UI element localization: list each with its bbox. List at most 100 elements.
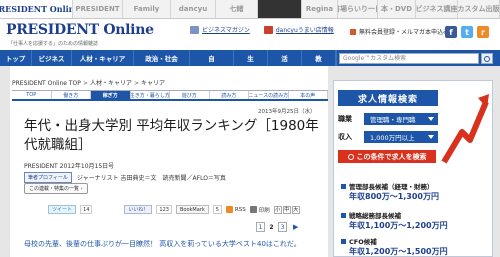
site-tagline: 「仕事人を応援する」のための情報雑誌 [8, 41, 99, 47]
subnav-play[interactable]: 遊び方 [170, 91, 210, 99]
subnav-earn[interactable]: 稼ぎ方 [91, 91, 131, 99]
print-icon [249, 206, 257, 213]
article-date: 2013年9月25日（水） [258, 109, 316, 115]
job-salary: 年収800万～1,300万円 [349, 192, 440, 201]
nav-edu[interactable]: 教 [302, 50, 336, 66]
job-salary: 年収1,100万～1,200万円 [349, 221, 448, 230]
twitter-icon[interactable]: t [461, 26, 473, 38]
subnav-work[interactable]: 働き方 [52, 91, 91, 99]
job-salary: 年収1,200万～1,500万円 [349, 247, 448, 256]
page-2-current: 2 [267, 222, 276, 232]
subnav-news[interactable]: ニュースの読み方 [249, 91, 289, 99]
like-button[interactable]: いいね！ [124, 205, 153, 214]
arrow-graphic [441, 94, 489, 164]
tweet-count: 14 [80, 205, 93, 214]
nav-top[interactable]: トップ [0, 50, 32, 66]
job-listing[interactable]: 戦略総務部長候補 年収1,100万～1,200万円 [341, 210, 489, 231]
nav-life[interactable]: 生 [234, 50, 268, 66]
breadcrumb: PRESIDENT Online TOP > 人材・キャリア > キャリア [12, 80, 165, 87]
job-title: 管理部長候補（経理・財務） [349, 183, 434, 191]
article-title: 年代・出身大学別 平均年収ランキング［1980年代就職組］ [24, 118, 319, 153]
job-listing[interactable]: 管理部長候補（経理・財務） 年収800万～1,300万円 [341, 181, 489, 202]
search-icon [347, 153, 354, 160]
author-credit: ジャーナリスト 吉田典史＝文 読売新聞／AFLO＝写真 [76, 175, 226, 182]
breadcrumb-top[interactable]: PRESIDENT Online TOP [12, 80, 81, 87]
subnav-living[interactable]: 生き方・暮らし方 [131, 91, 170, 99]
nav-extra[interactable]: 育 [336, 50, 337, 66]
chevron-down-icon [428, 135, 434, 139]
section-subnav: TOP 働き方 稼ぎ方 生き方・暮らし方 遊び方 読み方 ニュースの読み方 本の… [12, 90, 328, 101]
brand-tab-family[interactable]: Family [123, 0, 171, 18]
subnav-top[interactable]: TOP [12, 91, 52, 99]
magazine-icon [190, 25, 199, 34]
income-row: 収入 1,000万円以上 [338, 131, 438, 143]
job-title: CFO候補 [349, 238, 377, 246]
restaurant-link-label: dancyuうまい店情報 [275, 27, 334, 34]
brand-tab-event[interactable]: 書場らいり一日 [338, 0, 378, 18]
chevron-down-icon [428, 117, 434, 121]
income-select[interactable]: 1,000万円以上 [364, 131, 438, 143]
font-small-button[interactable]: 小 [273, 205, 282, 214]
income-label: 収入 [338, 133, 352, 141]
series-list-button[interactable]: この連載・特集の一覧 › [24, 183, 88, 194]
rss-icon[interactable]: r [477, 26, 489, 38]
job-type-row: 職業 管理職・専門職 [338, 113, 438, 125]
search-input[interactable]: Google™カスタム検索 [339, 53, 479, 64]
magazine-link-label: ビジネスマガジン [202, 27, 250, 34]
job-listing[interactable]: CFO候補 年収1,200万～1,500万円 [341, 236, 489, 257]
nav-business[interactable]: ビジネス [32, 50, 72, 66]
brand-tab-books[interactable]: 本・DVD [378, 0, 416, 18]
arrow-icon [350, 28, 356, 35]
job-search-button[interactable]: この条件で求人を検索 [338, 150, 436, 163]
rss-link[interactable]: RSS [225, 206, 246, 213]
print-label: 印刷 [258, 207, 270, 214]
brand-tab-dancyu[interactable]: dancyu [171, 0, 216, 18]
next-page-arrow[interactable]: ▶ [289, 223, 298, 231]
job-search-button-label: この条件で求人を検索 [356, 152, 427, 161]
pagination: 1 2 3 ▶ [256, 222, 298, 232]
job-type-select[interactable]: 管理職・専門職 [364, 113, 438, 125]
bookmark-count: 5 [212, 205, 222, 214]
nav-self[interactable]: 自 [190, 50, 234, 66]
tweet-button[interactable]: ツイート [48, 205, 77, 214]
job-type-value: 管理職・専門職 [370, 116, 416, 124]
site-logo[interactable]: PRESIDENT Online [6, 22, 154, 38]
search-button[interactable] [481, 53, 493, 64]
profile-button[interactable]: 筆者プロフィール [24, 172, 72, 183]
brand-tab-president-online[interactable]: PRESIDENT Online [0, 0, 73, 18]
search-icon [484, 55, 490, 62]
rss-label: RSS [234, 206, 246, 213]
author-line: 筆者プロフィール ジャーナリスト 吉田典史＝文 読売新聞／AFLO＝写真 [24, 172, 226, 183]
breadcrumb-current[interactable]: キャリア [141, 80, 165, 87]
page-3-link[interactable]: 3 [278, 222, 287, 232]
font-medium-button[interactable]: 中 [282, 205, 291, 214]
brand-tab-nanao[interactable]: 七緒 [216, 0, 258, 18]
nav-activity[interactable]: 活 [268, 50, 302, 66]
brand-tab-president[interactable]: PRESIDENT [73, 0, 123, 18]
print-link[interactable]: 印刷 [249, 206, 270, 214]
restaurant-link[interactable]: dancyuうまい店情報 [263, 25, 334, 34]
brand-tab-custom[interactable]: カスタム出版 [458, 0, 500, 18]
register-link[interactable]: 無料会員登録・メルマガ本申込み [350, 27, 449, 36]
brand-tab-logo[interactable] [258, 0, 302, 18]
share-bar: ツイート 14 いいね！ 123 BookMark 5 RSS 印刷 小 中 大 [48, 205, 300, 214]
facebook-icon[interactable]: f [445, 26, 457, 38]
brand-tab-regina[interactable]: Regina [302, 0, 338, 18]
breadcrumb-career[interactable]: 人材・キャリア [90, 80, 132, 87]
magazine-link[interactable]: ビジネスマガジン [190, 25, 250, 34]
nav-politics[interactable]: 政治・社会 [134, 50, 190, 66]
font-large-button[interactable]: 大 [291, 205, 300, 214]
subnav-books[interactable]: 本の声 [289, 91, 328, 99]
bookmark-button[interactable]: BookMark [175, 205, 209, 214]
publication-line: PRESIDENT 2012年10月15日号 [24, 163, 115, 170]
font-size-controls: 小 中 大 [273, 205, 300, 214]
register-link-label: 無料会員登録・メルマガ本申込み [359, 29, 450, 36]
brand-bar: PRESIDENT Online PRESIDENT Family dancyu… [0, 0, 500, 19]
bullet-icon [341, 238, 346, 244]
subnav-read[interactable]: 読み方 [210, 91, 249, 99]
job-search-heading: 求人情報検索 [338, 90, 438, 106]
brand-tab-seminar[interactable]: ビジネス講座 [416, 0, 458, 18]
nav-career[interactable]: 人材・キャリア [72, 50, 134, 66]
job-type-label: 職業 [338, 115, 352, 123]
page-1-link[interactable]: 1 [256, 222, 265, 232]
